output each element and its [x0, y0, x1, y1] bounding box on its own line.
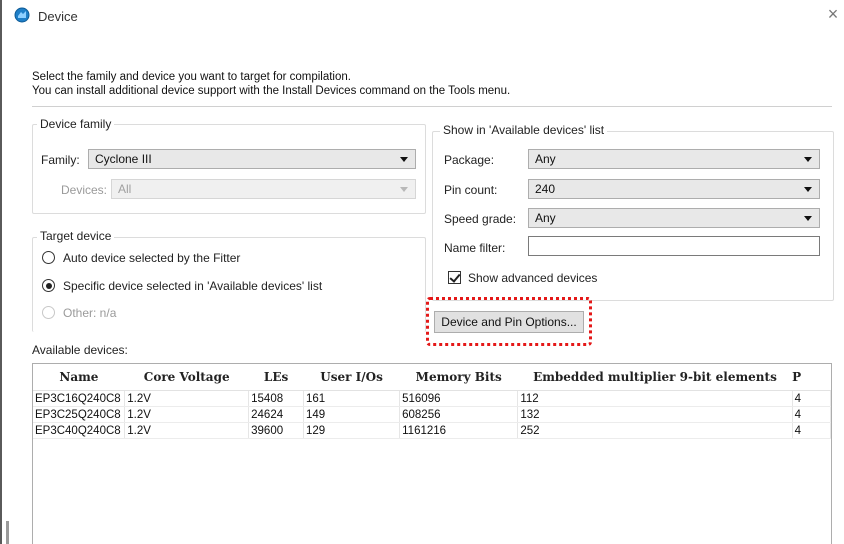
name-filter-input[interactable] — [528, 236, 820, 256]
chevron-down-icon — [804, 187, 812, 192]
family-label: Family: — [41, 153, 80, 167]
table-cell: 15408 — [248, 390, 305, 407]
table-cell: 161 — [303, 390, 401, 407]
speed-grade-label: Speed grade: — [444, 212, 517, 226]
name-filter-label: Name filter: — [444, 241, 506, 255]
table-cell: 252 — [517, 422, 793, 439]
show-advanced-label[interactable]: Show advanced devices — [468, 271, 597, 285]
available-devices-table[interactable]: Name Core Voltage LEs User I/Os Memory B… — [32, 363, 832, 544]
devices-select-value: All — [118, 182, 132, 196]
column-header-user-ios[interactable]: User I/Os — [303, 364, 400, 391]
table-cell: 1.2V — [124, 422, 250, 439]
table-cell: 1161216 — [399, 422, 519, 439]
chevron-down-icon — [804, 216, 812, 221]
window-title: Device — [38, 9, 78, 24]
table-cell: 516096 — [399, 390, 519, 407]
chevron-down-icon — [400, 157, 408, 162]
table-cell: 112 — [517, 390, 793, 407]
show-in-list-legend: Show in 'Available devices' list — [440, 123, 608, 137]
column-header-les[interactable]: LEs — [248, 364, 304, 391]
package-label: Package: — [444, 153, 495, 167]
column-header-embedded-multiplier[interactable]: Embedded multiplier 9-bit elements — [517, 364, 793, 391]
table-row[interactable]: EP3C25Q240C8 1.2V 24624 149 608256 132 4 — [33, 406, 831, 423]
table-cell: 4 — [792, 406, 831, 423]
devices-table: Name Core Voltage LEs User I/Os Memory B… — [33, 364, 831, 439]
device-family-legend: Device family — [37, 117, 115, 131]
table-cell: 149 — [303, 406, 401, 423]
table-cell: EP3C25Q240C8 — [33, 406, 126, 423]
table-cell: 129 — [303, 422, 401, 439]
radio-specific-device-label[interactable]: Specific device selected in 'Available d… — [63, 279, 322, 293]
radio-auto-device-label[interactable]: Auto device selected by the Fitter — [63, 251, 240, 265]
table-header-row: Name Core Voltage LEs User I/Os Memory B… — [33, 364, 831, 391]
family-select-value: Cyclone III — [95, 152, 152, 166]
speed-grade-select-value: Any — [535, 211, 556, 225]
chevron-down-icon — [400, 187, 408, 192]
table-cell: 39600 — [248, 422, 305, 439]
column-header-core-voltage[interactable]: Core Voltage — [124, 364, 249, 391]
divider — [32, 106, 832, 107]
devices-select[interactable]: All — [111, 179, 416, 199]
radio-auto-device[interactable] — [42, 251, 55, 264]
available-devices-label: Available devices: — [32, 343, 128, 357]
column-header-memory-bits[interactable]: Memory Bits — [399, 364, 518, 391]
radio-other-device-label: Other: n/a — [63, 306, 117, 320]
family-select[interactable]: Cyclone III — [88, 149, 416, 169]
table-cell: 24624 — [248, 406, 305, 423]
highlight-annotation — [426, 297, 592, 346]
device-family-group — [32, 124, 426, 214]
table-cell: 4 — [792, 422, 831, 439]
show-advanced-checkbox[interactable] — [448, 271, 461, 284]
radio-other-device[interactable] — [42, 306, 55, 319]
pin-count-label: Pin count: — [444, 183, 498, 197]
chevron-down-icon — [804, 157, 812, 162]
table-cell: EP3C16Q240C8 — [33, 390, 126, 407]
column-header-p[interactable]: P — [792, 364, 831, 391]
table-cell: 1.2V — [124, 390, 250, 407]
intro-text: Select the family and device you want to… — [32, 70, 510, 98]
table-cell: 132 — [517, 406, 793, 423]
table-cell: EP3C40Q240C8 — [33, 422, 126, 439]
package-select[interactable]: Any — [528, 149, 820, 169]
device-chip-icon — [14, 7, 30, 23]
table-cell: 608256 — [399, 406, 519, 423]
speed-grade-select[interactable]: Any — [528, 208, 820, 228]
intro-line-1: Select the family and device you want to… — [32, 71, 351, 83]
radio-specific-device[interactable] — [42, 279, 55, 292]
pin-count-select[interactable]: 240 — [528, 179, 820, 199]
intro-line-2: You can install additional device suppor… — [32, 85, 511, 97]
table-cell: 4 — [792, 390, 831, 407]
close-icon[interactable]: × — [824, 4, 842, 24]
table-row[interactable]: EP3C16Q240C8 1.2V 15408 161 516096 112 4 — [33, 390, 831, 407]
pin-count-select-value: 240 — [535, 182, 556, 196]
table-cell: 1.2V — [124, 406, 250, 423]
devices-label: Devices: — [61, 183, 108, 197]
target-device-legend: Target device — [37, 229, 115, 243]
package-select-value: Any — [535, 152, 556, 166]
column-header-name[interactable]: Name — [33, 364, 125, 391]
table-row[interactable]: EP3C40Q240C8 1.2V 39600 129 1161216 252 … — [33, 422, 831, 439]
window-edge-marker — [6, 521, 9, 544]
window-edge — [0, 0, 2, 544]
